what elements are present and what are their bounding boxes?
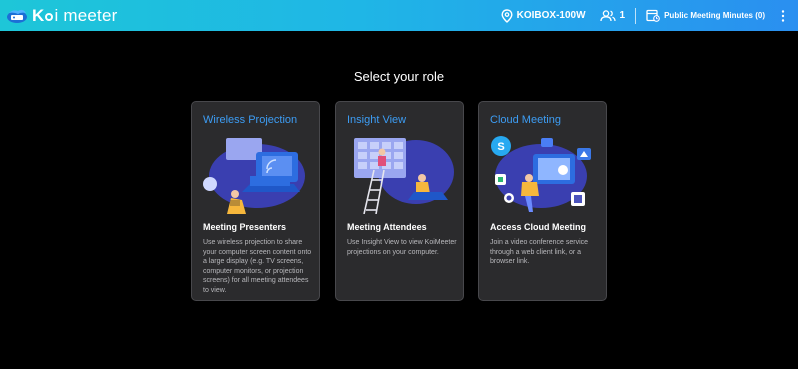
role-card-insight-view[interactable]: Insight View Meeting Attendees Use Insig… bbox=[335, 101, 464, 301]
meeting-minutes-button[interactable]: Public Meeting Minutes (0) bbox=[646, 9, 765, 22]
card-subtitle: Access Cloud Meeting bbox=[490, 222, 587, 232]
page-title: Select your role bbox=[353, 69, 445, 84]
card-description: Use Insight View to view KoiMeeter proje… bbox=[347, 239, 457, 256]
koi-logo-icon bbox=[6, 8, 28, 24]
participants-button[interactable]: 1 bbox=[599, 9, 626, 22]
more-menu-button[interactable] bbox=[781, 9, 785, 22]
users-icon bbox=[599, 9, 616, 22]
location-pin-icon bbox=[501, 8, 513, 23]
card-title: Wireless Projection bbox=[203, 114, 298, 126]
card-title: Cloud Meeting bbox=[490, 114, 561, 126]
role-card-wireless-projection[interactable]: Wireless Projection Meeting Presenters U… bbox=[191, 101, 320, 301]
device-name: KOIBOX-100W bbox=[516, 10, 586, 21]
card-subtitle: Meeting Attendees bbox=[347, 222, 427, 232]
svg-text:S: S bbox=[497, 141, 504, 153]
card-description: Use wireless projection to share your co… bbox=[203, 239, 312, 294]
app-name: Ki meeter bbox=[32, 5, 118, 25]
device-selector[interactable]: KOIBOX-100W bbox=[501, 8, 586, 23]
card-subtitle: Meeting Presenters bbox=[203, 222, 287, 232]
top-bar: Ki meeter KOIBOX-100W 1 Public Meeting M… bbox=[0, 0, 798, 31]
attendee-illustration bbox=[346, 134, 455, 215]
more-vertical-icon bbox=[781, 9, 785, 22]
card-title: Insight View bbox=[347, 114, 407, 126]
user-count: 1 bbox=[619, 10, 626, 21]
meeting-minutes-icon bbox=[646, 9, 660, 22]
meeting-minutes-label: Public Meeting Minutes (0) bbox=[664, 11, 765, 20]
header-divider bbox=[635, 7, 637, 24]
cloud-meeting-illustration: S bbox=[489, 134, 598, 214]
card-description: Join a video conference service through … bbox=[490, 239, 589, 265]
presenter-illustration bbox=[202, 134, 311, 214]
role-card-cloud-meeting[interactable]: Cloud Meeting S Access Cloud Meeting Joi… bbox=[478, 101, 607, 301]
app-logo: Ki meeter bbox=[6, 6, 118, 26]
